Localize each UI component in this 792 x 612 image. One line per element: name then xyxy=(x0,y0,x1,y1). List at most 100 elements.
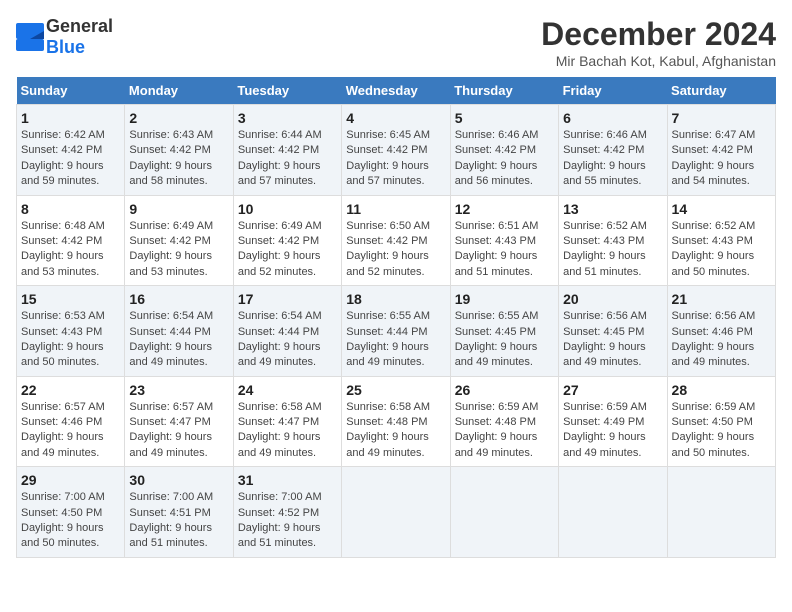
day-number: 21 xyxy=(672,291,771,307)
day-number: 30 xyxy=(129,472,228,488)
day-number: 23 xyxy=(129,382,228,398)
calendar-cell: 19 Sunrise: 6:55 AMSunset: 4:45 PMDaylig… xyxy=(450,286,558,377)
calendar-week-2: 8 Sunrise: 6:48 AMSunset: 4:42 PMDayligh… xyxy=(17,195,776,286)
cell-info: Sunrise: 6:43 AMSunset: 4:42 PMDaylight:… xyxy=(129,129,213,187)
cell-info: Sunrise: 6:57 AMSunset: 4:47 PMDaylight:… xyxy=(129,401,213,459)
calendar-cell: 29 Sunrise: 7:00 AMSunset: 4:50 PMDaylig… xyxy=(17,467,125,558)
calendar-cell: 22 Sunrise: 6:57 AMSunset: 4:46 PMDaylig… xyxy=(17,376,125,467)
calendar-cell: 5 Sunrise: 6:46 AMSunset: 4:42 PMDayligh… xyxy=(450,105,558,196)
day-number: 4 xyxy=(346,110,445,126)
calendar-cell: 30 Sunrise: 7:00 AMSunset: 4:51 PMDaylig… xyxy=(125,467,233,558)
cell-info: Sunrise: 6:45 AMSunset: 4:42 PMDaylight:… xyxy=(346,129,430,187)
day-number: 19 xyxy=(455,291,554,307)
calendar-cell xyxy=(450,467,558,558)
header-monday: Monday xyxy=(125,77,233,105)
cell-info: Sunrise: 6:47 AMSunset: 4:42 PMDaylight:… xyxy=(672,129,756,187)
cell-info: Sunrise: 6:54 AMSunset: 4:44 PMDaylight:… xyxy=(129,310,213,368)
day-number: 12 xyxy=(455,201,554,217)
calendar-cell xyxy=(342,467,450,558)
day-number: 2 xyxy=(129,110,228,126)
cell-info: Sunrise: 6:56 AMSunset: 4:46 PMDaylight:… xyxy=(672,310,756,368)
cell-info: Sunrise: 6:59 AMSunset: 4:50 PMDaylight:… xyxy=(672,401,756,459)
header-friday: Friday xyxy=(559,77,667,105)
day-number: 3 xyxy=(238,110,337,126)
day-number: 9 xyxy=(129,201,228,217)
calendar-cell: 10 Sunrise: 6:49 AMSunset: 4:42 PMDaylig… xyxy=(233,195,341,286)
logo-text: General Blue xyxy=(46,16,113,58)
calendar-cell: 27 Sunrise: 6:59 AMSunset: 4:49 PMDaylig… xyxy=(559,376,667,467)
calendar-table: Sunday Monday Tuesday Wednesday Thursday… xyxy=(16,77,776,558)
calendar-cell xyxy=(667,467,775,558)
day-number: 8 xyxy=(21,201,120,217)
calendar-cell: 2 Sunrise: 6:43 AMSunset: 4:42 PMDayligh… xyxy=(125,105,233,196)
logo-blue: Blue xyxy=(46,37,85,57)
day-number: 27 xyxy=(563,382,662,398)
cell-info: Sunrise: 6:51 AMSunset: 4:43 PMDaylight:… xyxy=(455,220,539,278)
day-number: 16 xyxy=(129,291,228,307)
logo: General Blue xyxy=(16,16,113,58)
calendar-body: 1 Sunrise: 6:42 AMSunset: 4:42 PMDayligh… xyxy=(17,105,776,558)
day-number: 7 xyxy=(672,110,771,126)
cell-info: Sunrise: 6:55 AMSunset: 4:45 PMDaylight:… xyxy=(455,310,539,368)
day-number: 6 xyxy=(563,110,662,126)
day-number: 22 xyxy=(21,382,120,398)
cell-info: Sunrise: 6:59 AMSunset: 4:49 PMDaylight:… xyxy=(563,401,647,459)
cell-info: Sunrise: 6:58 AMSunset: 4:47 PMDaylight:… xyxy=(238,401,322,459)
calendar-cell: 25 Sunrise: 6:58 AMSunset: 4:48 PMDaylig… xyxy=(342,376,450,467)
day-number: 14 xyxy=(672,201,771,217)
day-number: 13 xyxy=(563,201,662,217)
main-title: December 2024 xyxy=(541,16,776,53)
subtitle: Mir Bachah Kot, Kabul, Afghanistan xyxy=(541,53,776,69)
calendar-cell: 28 Sunrise: 6:59 AMSunset: 4:50 PMDaylig… xyxy=(667,376,775,467)
day-number: 24 xyxy=(238,382,337,398)
calendar-cell: 6 Sunrise: 6:46 AMSunset: 4:42 PMDayligh… xyxy=(559,105,667,196)
cell-info: Sunrise: 6:53 AMSunset: 4:43 PMDaylight:… xyxy=(21,310,105,368)
header-tuesday: Tuesday xyxy=(233,77,341,105)
calendar-header: Sunday Monday Tuesday Wednesday Thursday… xyxy=(17,77,776,105)
calendar-cell: 9 Sunrise: 6:49 AMSunset: 4:42 PMDayligh… xyxy=(125,195,233,286)
cell-info: Sunrise: 6:44 AMSunset: 4:42 PMDaylight:… xyxy=(238,129,322,187)
calendar-cell: 16 Sunrise: 6:54 AMSunset: 4:44 PMDaylig… xyxy=(125,286,233,377)
header-saturday: Saturday xyxy=(667,77,775,105)
calendar-cell: 20 Sunrise: 6:56 AMSunset: 4:45 PMDaylig… xyxy=(559,286,667,377)
logo-general: General xyxy=(46,16,113,36)
cell-info: Sunrise: 6:49 AMSunset: 4:42 PMDaylight:… xyxy=(129,220,213,278)
day-number: 20 xyxy=(563,291,662,307)
cell-info: Sunrise: 6:49 AMSunset: 4:42 PMDaylight:… xyxy=(238,220,322,278)
calendar-week-1: 1 Sunrise: 6:42 AMSunset: 4:42 PMDayligh… xyxy=(17,105,776,196)
calendar-cell: 31 Sunrise: 7:00 AMSunset: 4:52 PMDaylig… xyxy=(233,467,341,558)
calendar-week-5: 29 Sunrise: 7:00 AMSunset: 4:50 PMDaylig… xyxy=(17,467,776,558)
calendar-cell: 26 Sunrise: 6:59 AMSunset: 4:48 PMDaylig… xyxy=(450,376,558,467)
day-number: 29 xyxy=(21,472,120,488)
calendar-cell: 11 Sunrise: 6:50 AMSunset: 4:42 PMDaylig… xyxy=(342,195,450,286)
calendar-cell: 14 Sunrise: 6:52 AMSunset: 4:43 PMDaylig… xyxy=(667,195,775,286)
calendar-cell: 24 Sunrise: 6:58 AMSunset: 4:47 PMDaylig… xyxy=(233,376,341,467)
title-block: December 2024 Mir Bachah Kot, Kabul, Afg… xyxy=(541,16,776,69)
calendar-cell: 15 Sunrise: 6:53 AMSunset: 4:43 PMDaylig… xyxy=(17,286,125,377)
calendar-cell: 1 Sunrise: 6:42 AMSunset: 4:42 PMDayligh… xyxy=(17,105,125,196)
cell-info: Sunrise: 7:00 AMSunset: 4:51 PMDaylight:… xyxy=(129,491,213,549)
day-number: 10 xyxy=(238,201,337,217)
cell-info: Sunrise: 7:00 AMSunset: 4:50 PMDaylight:… xyxy=(21,491,105,549)
calendar-cell: 21 Sunrise: 6:56 AMSunset: 4:46 PMDaylig… xyxy=(667,286,775,377)
calendar-cell: 7 Sunrise: 6:47 AMSunset: 4:42 PMDayligh… xyxy=(667,105,775,196)
day-number: 18 xyxy=(346,291,445,307)
calendar-week-3: 15 Sunrise: 6:53 AMSunset: 4:43 PMDaylig… xyxy=(17,286,776,377)
header-thursday: Thursday xyxy=(450,77,558,105)
calendar-cell xyxy=(559,467,667,558)
calendar-cell: 23 Sunrise: 6:57 AMSunset: 4:47 PMDaylig… xyxy=(125,376,233,467)
header-wednesday: Wednesday xyxy=(342,77,450,105)
day-number: 31 xyxy=(238,472,337,488)
header-sunday: Sunday xyxy=(17,77,125,105)
cell-info: Sunrise: 6:42 AMSunset: 4:42 PMDaylight:… xyxy=(21,129,105,187)
cell-info: Sunrise: 6:54 AMSunset: 4:44 PMDaylight:… xyxy=(238,310,322,368)
day-number: 26 xyxy=(455,382,554,398)
logo-icon xyxy=(16,23,44,51)
cell-info: Sunrise: 6:56 AMSunset: 4:45 PMDaylight:… xyxy=(563,310,647,368)
cell-info: Sunrise: 6:52 AMSunset: 4:43 PMDaylight:… xyxy=(563,220,647,278)
cell-info: Sunrise: 6:59 AMSunset: 4:48 PMDaylight:… xyxy=(455,401,539,459)
day-number: 5 xyxy=(455,110,554,126)
calendar-cell: 17 Sunrise: 6:54 AMSunset: 4:44 PMDaylig… xyxy=(233,286,341,377)
day-number: 25 xyxy=(346,382,445,398)
calendar-week-4: 22 Sunrise: 6:57 AMSunset: 4:46 PMDaylig… xyxy=(17,376,776,467)
